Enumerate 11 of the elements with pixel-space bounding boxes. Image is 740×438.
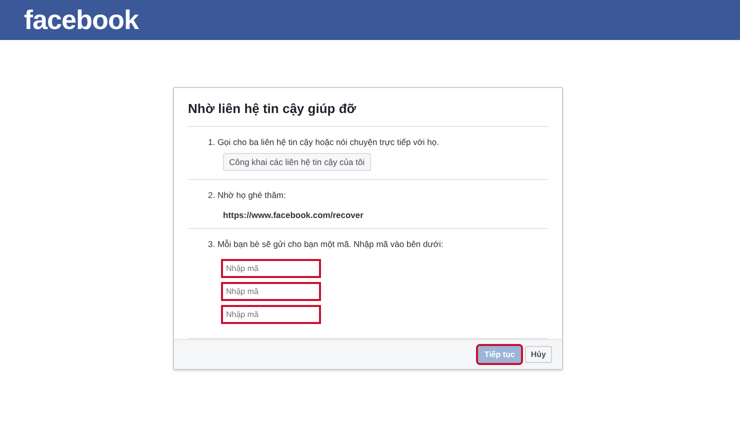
code-field[interactable]: Nhập mã <box>221 282 321 301</box>
step-text: 1. Gọi cho ba liên hệ tin cậy hoặc nói chuyện trực tiếp với họ. <box>208 137 440 147</box>
reveal-contacts-button[interactable]: Công khai các liên hệ tin cậy của tôi <box>223 153 371 171</box>
cancel-button[interactable]: Hủy <box>524 346 552 363</box>
code-field[interactable]: Nhập mã <box>221 305 321 324</box>
code-field[interactable]: Nhập mã <box>221 259 321 278</box>
step-text: 3. Mỗi bạn bè sẽ gửi cho bạn một mã. Nhập mã vào bên dưới: <box>208 239 444 249</box>
facebook-logo[interactable]: facebook <box>24 6 139 34</box>
step-text: 2. Nhờ họ ghé thăm: <box>208 190 287 200</box>
recover-url: https://www.facebook.com/recover <box>223 210 364 220</box>
dialog-title: Nhờ liên hệ tin cậy giúp đỡ <box>188 88 548 127</box>
